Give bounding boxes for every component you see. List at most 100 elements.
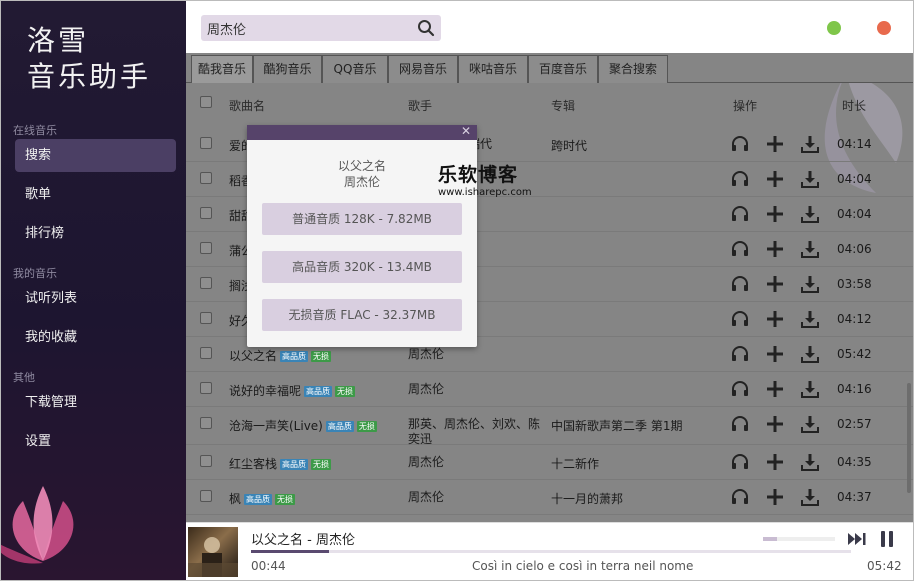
tab-qq[interactable]: QQ音乐 [322, 55, 388, 83]
add-icon[interactable] [766, 135, 784, 153]
progress-bar[interactable] [251, 550, 851, 553]
volume-slider[interactable] [763, 537, 835, 541]
watermark: 乐软博客 www.isharepc.com [438, 160, 538, 208]
listen-icon[interactable] [731, 240, 749, 258]
hq-badge: 高品质 [280, 351, 309, 362]
add-icon[interactable] [766, 205, 784, 223]
sidebar-item-downloads[interactable]: 下载管理 [15, 386, 176, 419]
sidebar-item-favorites[interactable]: 我的收藏 [15, 321, 176, 354]
download-icon[interactable] [801, 345, 819, 363]
sidebar-item-charts[interactable]: 排行榜 [15, 217, 176, 250]
duration-cell: 04:16 [837, 382, 872, 396]
row-operations [731, 453, 821, 473]
download-icon[interactable] [801, 415, 819, 433]
listen-icon[interactable] [731, 170, 749, 188]
app-logo: 洛雪 音乐助手 [27, 23, 151, 95]
sidebar-item-preview-list[interactable]: 试听列表 [15, 282, 176, 315]
duration-cell: 04:12 [837, 312, 872, 326]
table-row[interactable]: 沧海一声笑(Live) 高品质 无损 那英、周杰伦、刘欢、陈奕迅 中国新歌声第二季 第1… [186, 407, 913, 446]
tab-aggregate[interactable]: 聚合搜索 [598, 55, 668, 83]
sidebar-item-playlists[interactable]: 歌单 [15, 178, 176, 211]
row-checkbox[interactable] [200, 172, 212, 184]
row-checkbox[interactable] [200, 382, 212, 394]
logo-line-1: 洛雪 [27, 24, 90, 57]
add-icon[interactable] [766, 345, 784, 363]
listen-icon[interactable] [731, 380, 749, 398]
duration-cell: 04:14 [837, 137, 872, 151]
row-checkbox[interactable] [200, 490, 212, 502]
listen-icon[interactable] [731, 310, 749, 328]
row-checkbox[interactable] [200, 242, 212, 254]
dialog-close-icon[interactable]: ✕ [461, 124, 471, 138]
lossless-badge: 无损 [335, 386, 356, 397]
table-row[interactable]: 红尘客栈 高品质 无损 周杰伦 十二新作 04:35 [186, 445, 913, 480]
quality-320k-button[interactable]: 高品音质 320K - 13.4MB [262, 251, 462, 283]
quality-128k-button[interactable]: 普通音质 128K - 7.82MB [262, 203, 462, 235]
tab-migu[interactable]: 咪咕音乐 [458, 55, 528, 83]
tab-kugou[interactable]: 酷狗音乐 [253, 55, 322, 83]
song-name: 红尘客栈 [229, 457, 278, 471]
quality-flac-button[interactable]: 无损音质 FLAC - 32.37MB [262, 299, 462, 331]
add-icon[interactable] [766, 453, 784, 471]
search-input[interactable] [207, 15, 407, 41]
song-name-cell: 红尘客栈 高品质 无损 [229, 455, 332, 472]
row-checkbox[interactable] [200, 277, 212, 289]
search-icon[interactable] [417, 19, 435, 37]
add-icon[interactable] [766, 170, 784, 188]
header-album: 专辑 [551, 99, 576, 113]
minimize-button[interactable] [827, 21, 841, 35]
row-checkbox[interactable] [200, 312, 212, 324]
download-icon[interactable] [801, 310, 819, 328]
download-icon[interactable] [801, 380, 819, 398]
header-operations: 操作 [733, 99, 758, 113]
row-checkbox[interactable] [200, 207, 212, 219]
lossless-badge: 无损 [356, 421, 377, 432]
download-icon[interactable] [801, 275, 819, 293]
tab-kuwo[interactable]: 酷我音乐 [191, 55, 253, 83]
listen-icon[interactable] [731, 205, 749, 223]
download-icon[interactable] [801, 453, 819, 471]
section-my-music: 我的音乐 [13, 267, 57, 280]
app-window: 洛雪 音乐助手 在线音乐 搜索 歌单 排行榜 我的音乐 试听列表 我的收藏 其他… [0, 0, 914, 581]
duration-cell: 04:37 [837, 490, 872, 504]
tab-baidu[interactable]: 百度音乐 [528, 55, 598, 83]
source-tabs: 酷我音乐 酷狗音乐 QQ音乐 网易音乐 咪咕音乐 百度音乐 聚合搜索 [186, 53, 913, 83]
sidebar-item-search[interactable]: 搜索 [15, 139, 176, 172]
listen-icon[interactable] [731, 453, 749, 471]
header-singer: 歌手 [408, 99, 433, 113]
section-other: 其他 [13, 371, 35, 384]
close-button[interactable] [877, 21, 891, 35]
add-icon[interactable] [766, 275, 784, 293]
next-track-icon[interactable] [847, 531, 867, 547]
download-icon[interactable] [801, 170, 819, 188]
download-icon[interactable] [801, 135, 819, 153]
row-checkbox[interactable] [200, 417, 212, 429]
singer-cell: 周杰伦 [408, 490, 445, 504]
listen-icon[interactable] [731, 415, 749, 433]
album-cell: 中国新歌声第二季 第1期 [551, 419, 683, 433]
download-icon[interactable] [801, 205, 819, 223]
table-row[interactable]: 说好的幸福呢 高品质 无损 周杰伦 04:16 [186, 372, 913, 407]
add-icon[interactable] [766, 380, 784, 398]
download-icon[interactable] [801, 488, 819, 506]
row-checkbox[interactable] [200, 137, 212, 149]
download-icon[interactable] [801, 240, 819, 258]
row-checkbox[interactable] [200, 455, 212, 467]
table-row[interactable]: 枫高品质 无损 周杰伦 十一月的萧邦 04:37 [186, 480, 913, 515]
add-icon[interactable] [766, 415, 784, 433]
add-icon[interactable] [766, 310, 784, 328]
scrollbar[interactable] [907, 383, 911, 493]
tab-netease[interactable]: 网易音乐 [388, 55, 458, 83]
add-icon[interactable] [766, 488, 784, 506]
sidebar-item-settings[interactable]: 设置 [15, 425, 176, 458]
listen-icon[interactable] [731, 488, 749, 506]
watermark-url: www.isharepc.com [438, 187, 532, 198]
listen-icon[interactable] [731, 345, 749, 363]
duration-cell: 05:42 [837, 347, 872, 361]
listen-icon[interactable] [731, 135, 749, 153]
listen-icon[interactable] [731, 275, 749, 293]
add-icon[interactable] [766, 240, 784, 258]
pause-icon[interactable] [878, 530, 896, 548]
row-checkbox[interactable] [200, 347, 212, 359]
select-all-checkbox[interactable] [200, 96, 212, 108]
